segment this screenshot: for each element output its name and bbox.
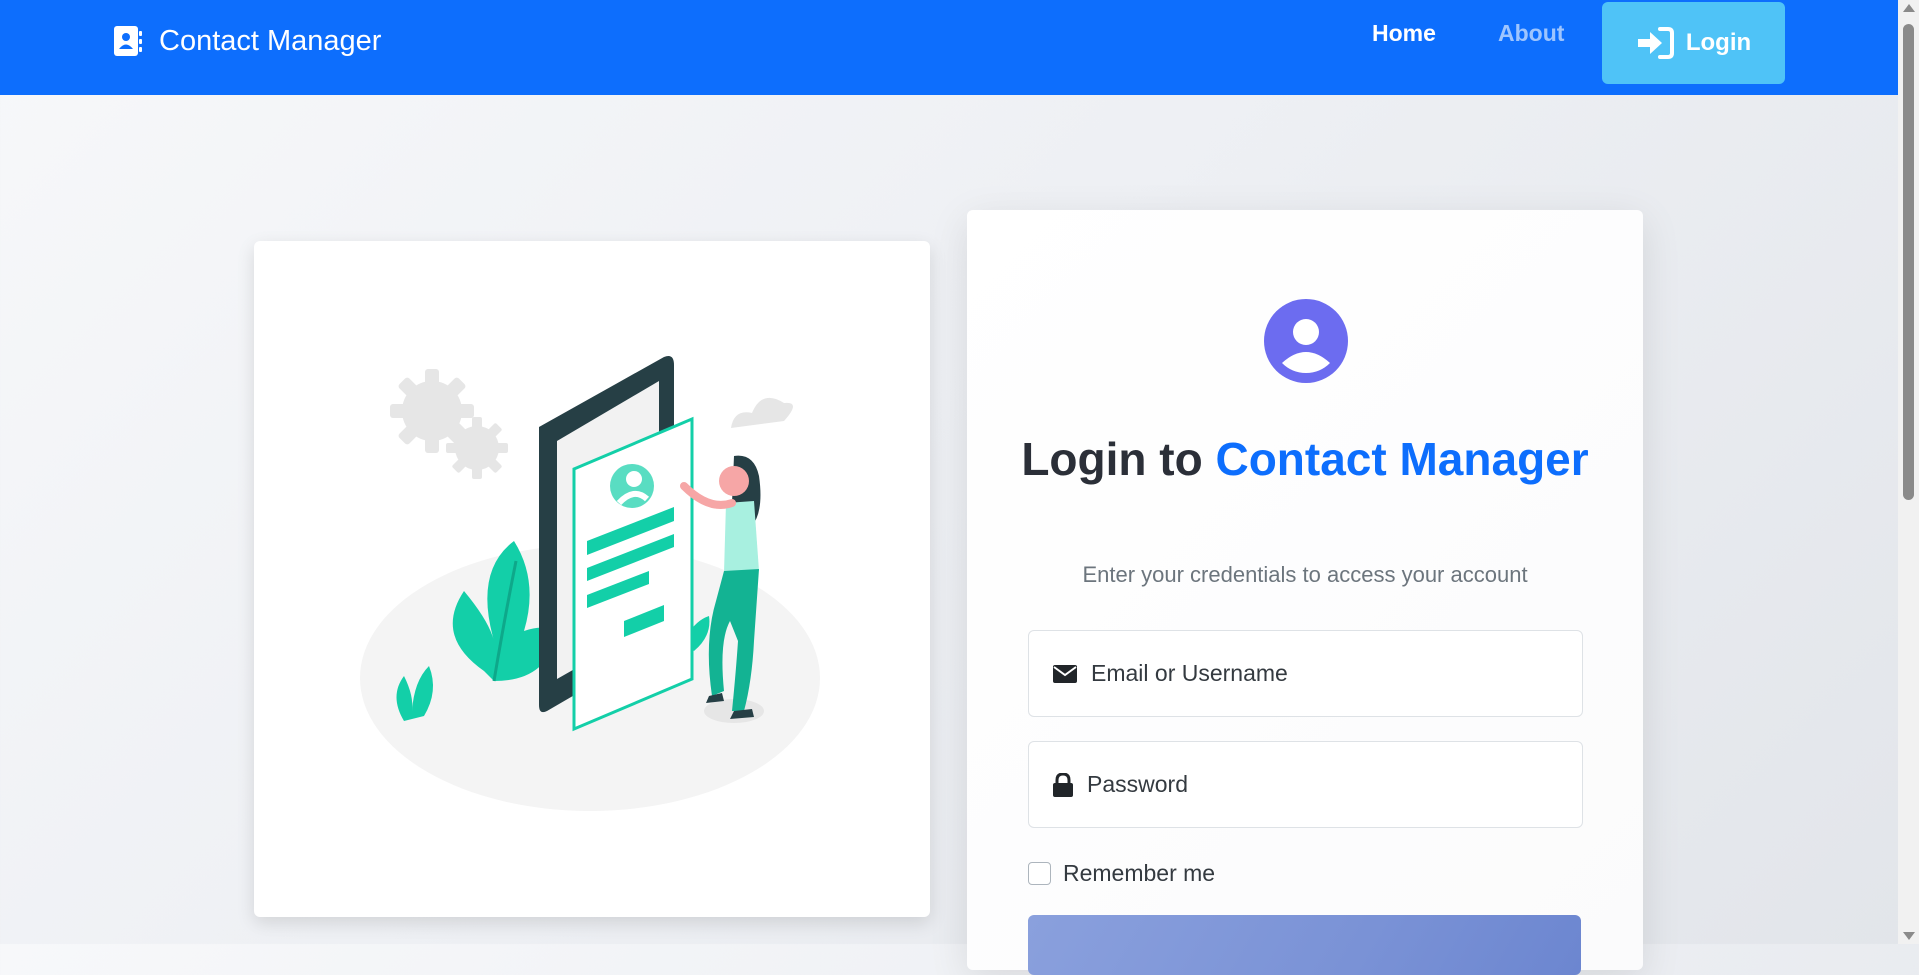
email-input[interactable] [1089, 659, 1573, 688]
page-subtitle: Enter your credentials to access your ac… [1082, 562, 1528, 587]
brand-text: Contact Manager [159, 24, 382, 57]
cloud-icon [731, 397, 793, 428]
nav-about-link[interactable]: About [1498, 20, 1564, 47]
navbar-login-button[interactable]: Login [1602, 2, 1785, 84]
lock-icon [1053, 772, 1073, 797]
nav-home-link[interactable]: Home [1372, 20, 1436, 47]
sign-in-icon [1637, 27, 1674, 59]
address-book-icon [114, 26, 142, 56]
title-prefix: Login to [1021, 433, 1203, 485]
scrollbar[interactable] [1898, 0, 1919, 944]
brand[interactable]: Contact Manager [111, 24, 381, 58]
title-accent: Contact Manager [1215, 433, 1589, 485]
page-title: Login to Contact Manager [967, 430, 1643, 488]
remember-me[interactable]: Remember me [1028, 860, 1215, 887]
password-input[interactable] [1085, 770, 1569, 799]
email-field[interactable] [1028, 630, 1583, 717]
avatar [1264, 299, 1348, 383]
scroll-thumb[interactable] [1903, 24, 1914, 500]
navbar: Contact Manager Home About Login [0, 0, 1898, 95]
navbar-login-label: Login [1685, 29, 1752, 56]
phone-illustration [539, 356, 694, 732]
scroll-down-arrow-icon[interactable] [1903, 932, 1915, 940]
contact-illustration [360, 356, 820, 811]
illustration-card [254, 241, 930, 917]
remember-checkbox[interactable] [1028, 862, 1051, 885]
login-card: Login to Contact Manager Enter your cred… [967, 210, 1643, 975]
remember-label: Remember me [1063, 860, 1216, 886]
password-field[interactable] [1028, 741, 1583, 828]
scroll-up-arrow-icon[interactable] [1903, 4, 1915, 12]
user-circle-icon [1282, 319, 1330, 373]
envelope-icon [1053, 664, 1077, 683]
gear-icon [390, 369, 508, 479]
login-submit-button[interactable] [1028, 915, 1581, 975]
